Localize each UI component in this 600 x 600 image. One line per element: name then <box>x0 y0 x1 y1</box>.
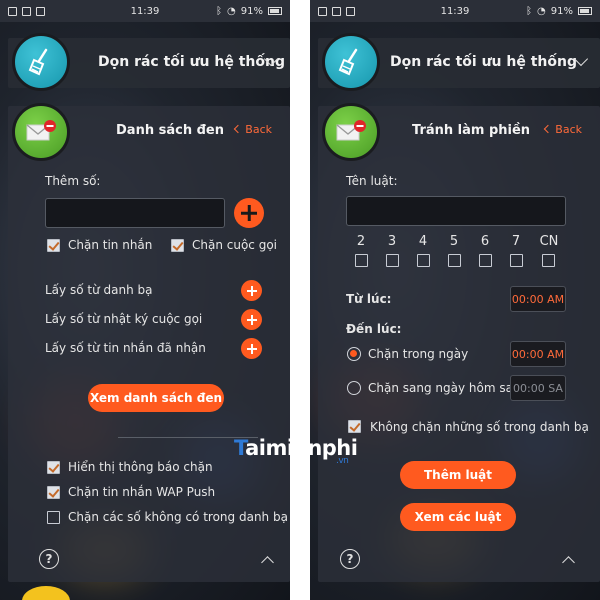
add-rule-button[interactable]: Thêm luật <box>400 461 516 489</box>
blacklist-card: Danh sách đen Back Thêm số: Chặn tin nhắ… <box>8 106 290 582</box>
add-number-label: Thêm số: <box>45 174 101 188</box>
day-label: 5 <box>449 234 459 249</box>
cleanup-card-title: Dọn rác tối ưu hệ thống <box>390 54 577 70</box>
image-icon <box>22 6 31 16</box>
block-sms-checkbox[interactable] <box>47 239 60 252</box>
next-day-label: Chặn sang ngày hôm sau <box>368 381 521 395</box>
from-contacts-button[interactable] <box>241 280 262 301</box>
wifi-icon: ◔ <box>227 5 236 17</box>
day-checkbox[interactable] <box>417 254 430 267</box>
battery-icon <box>578 7 592 15</box>
settings-icon <box>318 6 327 16</box>
no-block-contacts-checkbox[interactable] <box>348 420 361 433</box>
bluetooth-icon: ᛒ <box>526 5 533 17</box>
day-checkbox[interactable] <box>510 254 523 267</box>
mail-icon <box>36 6 45 16</box>
battery-icon <box>268 7 282 15</box>
mail-blocked-icon <box>12 103 70 161</box>
page-title: Danh sách đen <box>116 123 224 138</box>
number-input[interactable] <box>45 198 225 228</box>
chevron-up-icon[interactable] <box>562 556 575 569</box>
day-label: 4 <box>418 234 428 249</box>
same-day-label: Chặn trong ngày <box>368 347 469 361</box>
from-call-log-button[interactable] <box>241 309 262 330</box>
status-time: 11:39 <box>130 5 160 17</box>
day-label: 3 <box>387 234 397 249</box>
mail-icon <box>346 6 355 16</box>
broom-icon <box>322 33 380 91</box>
view-rules-button[interactable]: Xem các luật <box>400 503 516 531</box>
battery-percent: 91% <box>240 5 263 17</box>
day-checkbox[interactable] <box>542 254 555 267</box>
block-calls-checkbox[interactable] <box>171 239 184 252</box>
no-block-contacts-label: Không chặn những số trong danh bạ <box>370 420 589 434</box>
day-checkbox[interactable] <box>448 254 461 267</box>
day-checkbox[interactable] <box>479 254 492 267</box>
status-time: 11:39 <box>440 5 470 17</box>
rule-name-label: Tên luật: <box>346 174 398 188</box>
day-label: CN <box>539 234 559 249</box>
settings-icon <box>8 6 17 16</box>
from-contacts-label: Lấy số từ danh bạ <box>45 283 153 297</box>
screen-blacklist: 11:39 ᛒ ◔ 91% Dọn rác tối ưu hệ thống Danh… <box>0 0 290 600</box>
block-wap-push-label: Chặn tin nhắn WAP Push <box>68 485 216 499</box>
day-checkbox[interactable] <box>386 254 399 267</box>
watermark-logo: Taimienphi .vn <box>234 436 358 466</box>
chevron-up-icon[interactable] <box>261 556 274 569</box>
screen-do-not-disturb: 11:39 ᛒ ◔ 91% Dọn rác tối ưu hệ thống Trán… <box>310 0 600 600</box>
separator <box>290 0 310 600</box>
from-received-sms-label: Lấy số từ tin nhắn đã nhận <box>45 341 206 355</box>
status-bar: 11:39 ᛒ ◔ 91% <box>310 0 600 22</box>
battery-percent: 91% <box>550 5 573 17</box>
from-time-field[interactable]: 00:00 AM <box>510 286 566 312</box>
from-label: Từ lúc: <box>346 292 392 306</box>
block-not-in-contacts-label: Chặn các số không có trong danh bạ <box>68 510 288 524</box>
back-button[interactable]: Back <box>545 123 582 136</box>
from-call-log-label: Lấy số từ nhật ký cuộc gọi <box>45 312 203 326</box>
cleanup-card-title: Dọn rác tối ưu hệ thống <box>98 54 285 70</box>
block-not-in-contacts-checkbox[interactable] <box>47 511 60 524</box>
help-button[interactable]: ? <box>39 549 59 569</box>
to-label: Đến lúc: <box>346 322 402 336</box>
mail-blocked-icon <box>322 103 380 161</box>
day-label: 6 <box>480 234 490 249</box>
add-number-button[interactable] <box>234 198 264 228</box>
dnd-card: Tránh làm phiền Back Tên luật: 2 3 4 5 6… <box>318 106 600 582</box>
day-checkbox[interactable] <box>355 254 368 267</box>
status-bar: 11:39 ᛒ ◔ 91% <box>0 0 290 22</box>
help-button[interactable]: ? <box>340 549 360 569</box>
broom-icon <box>12 33 70 91</box>
from-received-sms-button[interactable] <box>241 338 262 359</box>
view-blacklist-button[interactable]: Xem danh sách đen <box>88 384 224 412</box>
next-card-circle <box>22 586 70 600</box>
next-day-radio[interactable] <box>347 381 361 395</box>
rule-name-input[interactable] <box>346 196 566 226</box>
day-label: 2 <box>356 234 366 249</box>
block-sms-label: Chặn tin nhắn <box>68 238 153 252</box>
page-title: Tránh làm phiền <box>412 123 531 138</box>
block-calls-label: Chặn cuộc gọi <box>192 238 278 252</box>
show-block-notice-label: Hiển thị thông báo chặn <box>68 460 213 474</box>
show-block-notice-checkbox[interactable] <box>47 461 60 474</box>
back-button[interactable]: Back <box>235 123 272 136</box>
block-wap-push-checkbox[interactable] <box>47 486 60 499</box>
day-label: 7 <box>511 234 521 249</box>
same-day-time-field[interactable]: 00:00 AM <box>510 341 566 367</box>
wifi-icon: ◔ <box>537 5 546 17</box>
next-day-time-field[interactable]: 00:00 SA <box>510 375 566 401</box>
bluetooth-icon: ᛒ <box>216 5 223 17</box>
image-icon <box>332 6 341 16</box>
same-day-radio[interactable] <box>347 347 361 361</box>
